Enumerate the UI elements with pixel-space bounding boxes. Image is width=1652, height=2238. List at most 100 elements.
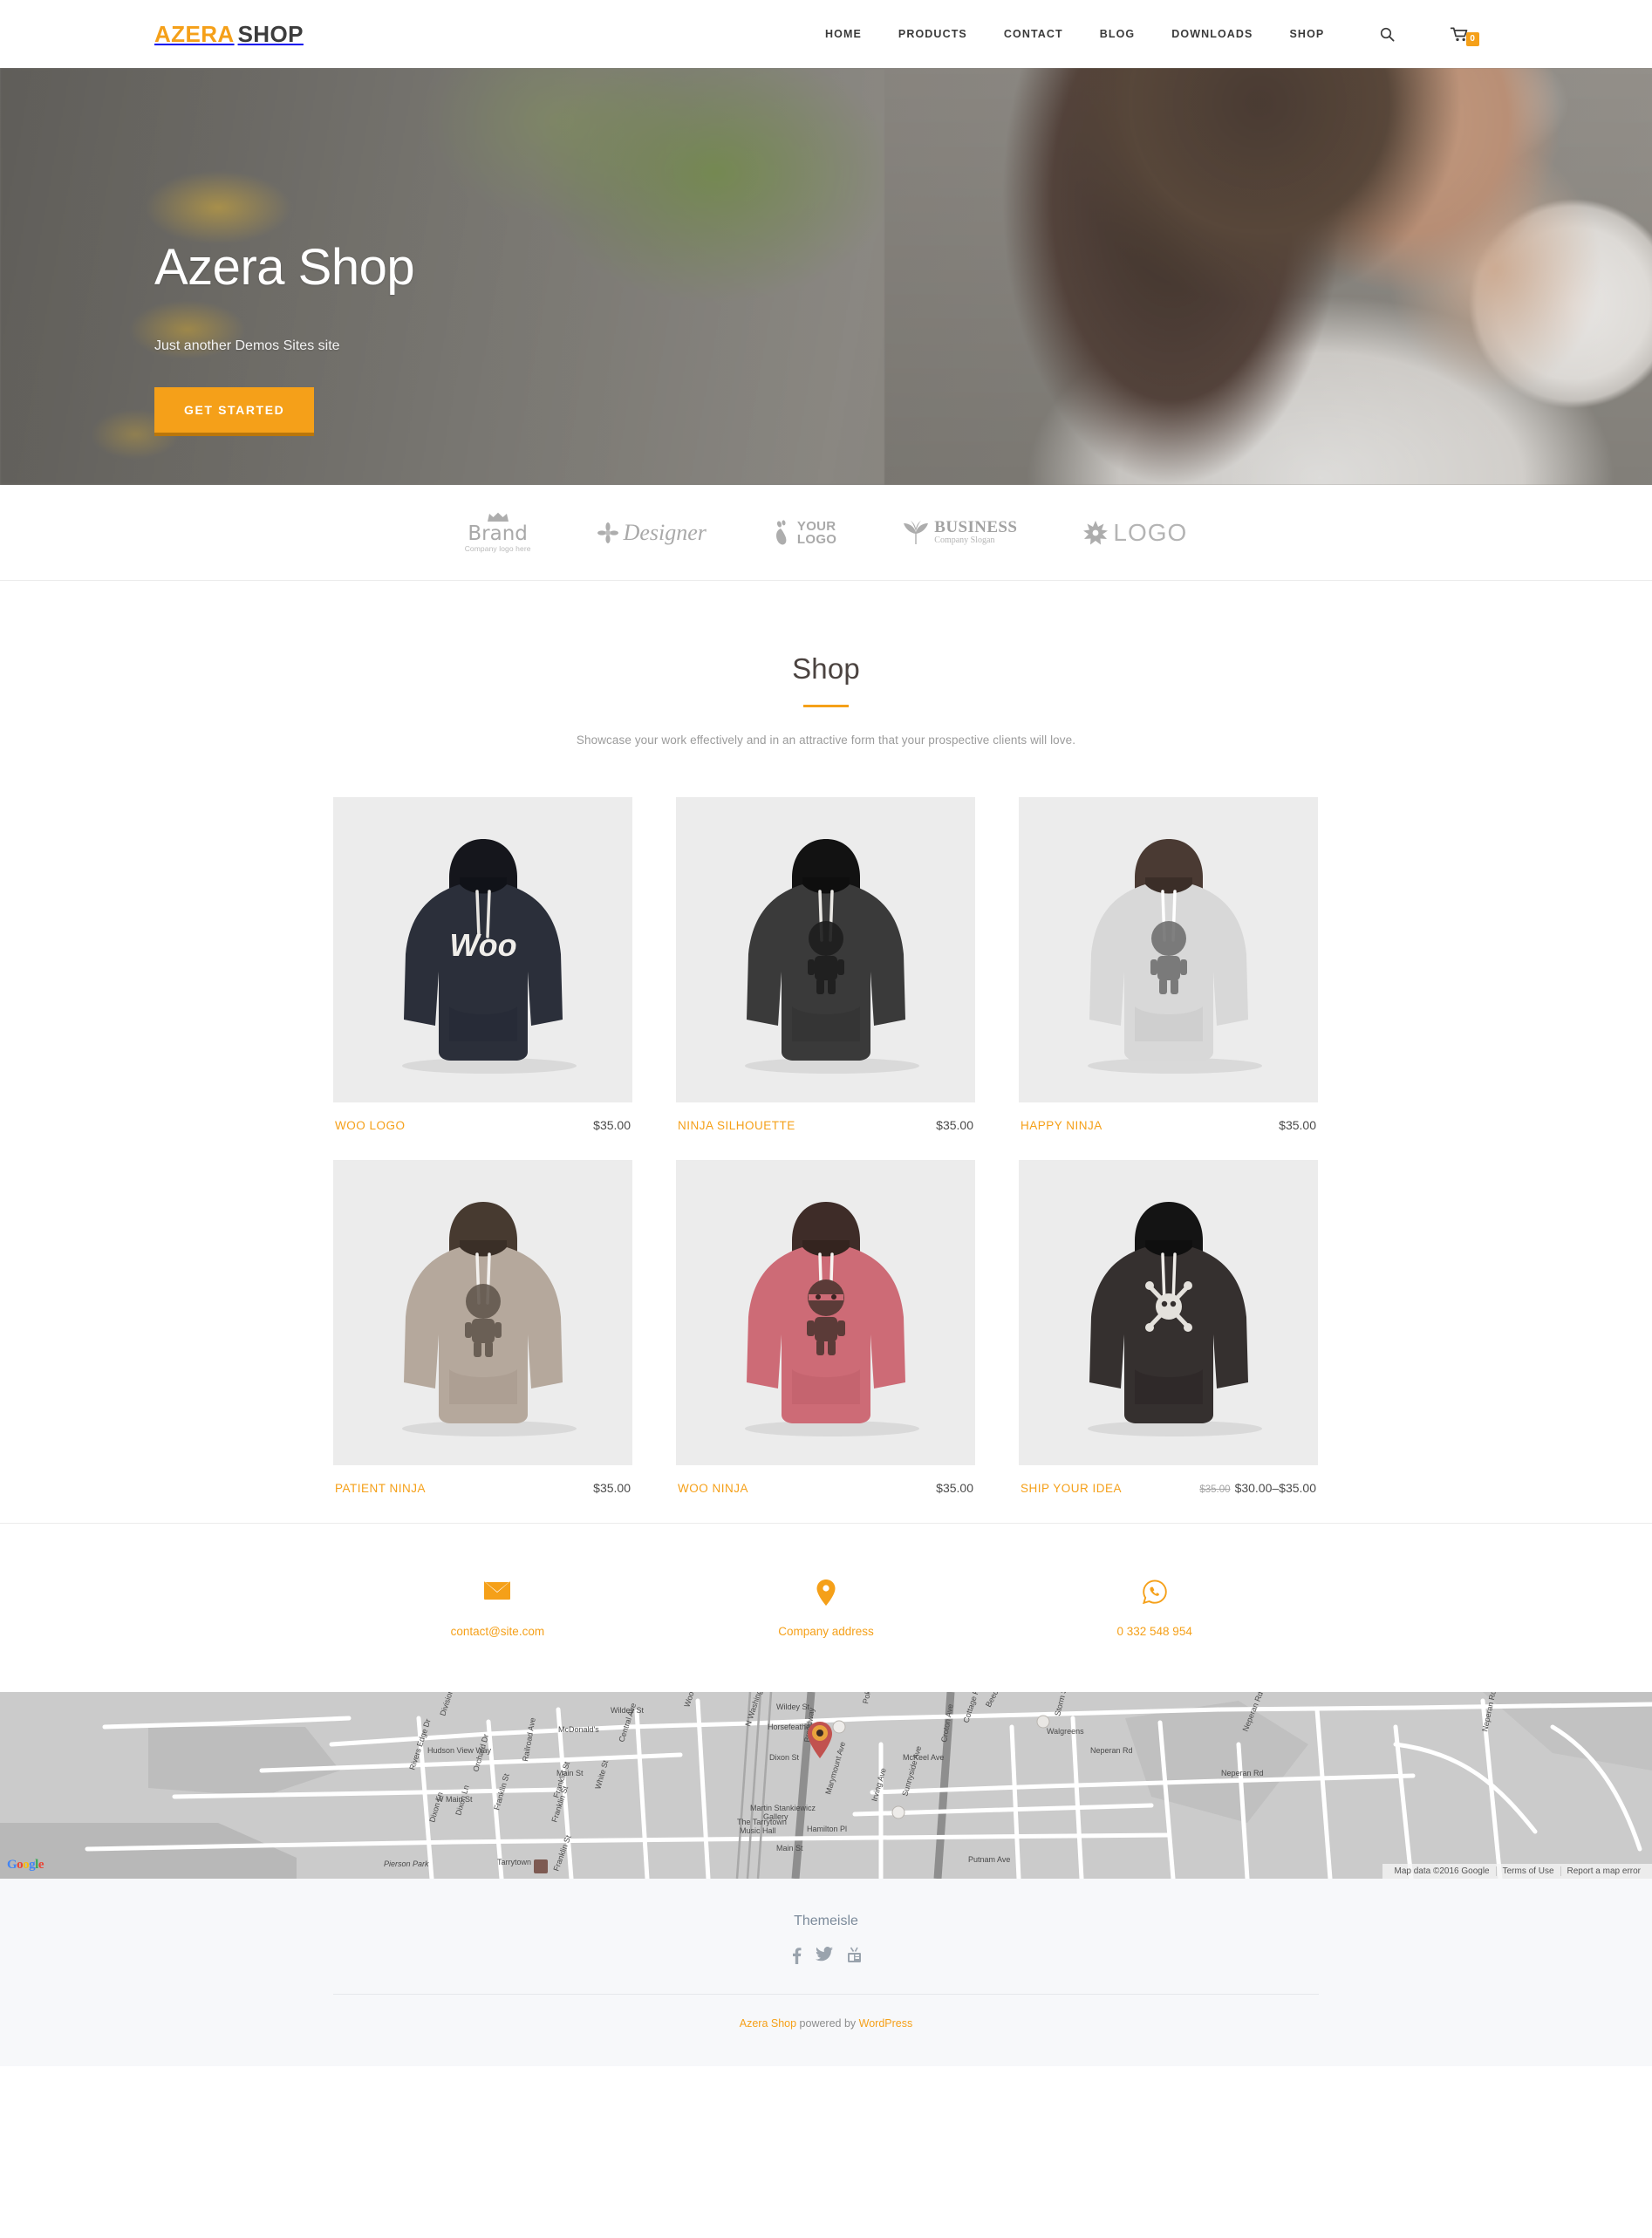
product-sale-price: $30.00–$35.00 <box>1234 1481 1316 1495</box>
contact-address-label[interactable]: Company address <box>662 1625 991 1638</box>
svg-text:McDonald's: McDonald's <box>558 1725 599 1734</box>
nav-item-downloads[interactable]: DOWNLOADS <box>1153 28 1271 40</box>
map-canvas: Division St Wildey St McDonald's Central… <box>0 1692 1652 1879</box>
svg-text:Woo: Woo <box>449 927 516 963</box>
product-old-price: $35.00 <box>1199 1484 1231 1495</box>
product-thumbnail[interactable] <box>1019 797 1318 1102</box>
product-card[interactable]: WOO NINJA $35.00 <box>676 1160 975 1495</box>
youtube-icon[interactable] <box>847 1947 862 1964</box>
client-logo-your-logo-line2: LOGO <box>796 531 837 547</box>
product-name[interactable]: SHIP YOUR IDEA <box>1021 1482 1122 1495</box>
product-grid: Woo WOO LOGO $35.00 NINJA SILHOUETTE $35… <box>333 797 1319 1523</box>
cart-count-badge: 0 <box>1466 31 1479 46</box>
product-card[interactable]: SHIP YOUR IDEA $35.00 $30.00–$35.00 <box>1019 1160 1318 1495</box>
footer-copyright: Azera Shop powered by WordPress <box>0 1995 1652 2066</box>
get-started-button[interactable]: GET STARTED <box>154 387 315 436</box>
client-logo-business-name: BUSINESS <box>934 518 1018 537</box>
hoodie-image-woo-logo: Woo <box>401 839 577 1074</box>
google-map[interactable]: Division St Wildey St McDonald's Central… <box>0 1692 1652 1879</box>
footer-wordpress-link[interactable]: WordPress <box>859 2017 913 2030</box>
main-navigation: HOME PRODUCTS CONTACT BLOG DOWNLOADS SHO… <box>807 27 1498 46</box>
facebook-icon[interactable] <box>791 1947 802 1964</box>
svg-text:Hamilton Pl: Hamilton Pl <box>807 1825 847 1833</box>
svg-text:Music Hall: Music Hall <box>740 1826 776 1835</box>
product-price: $35.00 <box>936 1481 973 1495</box>
contact-item-phone[interactable]: 0 332 548 954 <box>990 1580 1319 1638</box>
nav-item-home[interactable]: HOME <box>807 28 880 40</box>
footer-site-link[interactable]: Azera Shop <box>740 2017 796 2030</box>
search-icon[interactable] <box>1362 27 1413 42</box>
product-thumbnail[interactable] <box>676 797 975 1102</box>
nav-item-products[interactable]: PRODUCTS <box>880 28 986 40</box>
client-logo-your-logo-line1: YOUR <box>796 518 836 534</box>
contact-item-address[interactable]: Company address <box>662 1580 991 1638</box>
client-logos-strip: Brand Company logo here Designer YOUR LO… <box>0 485 1652 581</box>
hero-banner: Azera Shop Just another Demos Sites site… <box>0 68 1652 485</box>
svg-text:Neperan Rd: Neperan Rd <box>1090 1746 1133 1755</box>
product-price: $35.00 <box>593 1481 631 1495</box>
section-underline <box>803 705 849 707</box>
contact-item-email[interactable]: contact@site.com <box>333 1580 662 1638</box>
client-logo-business[interactable]: BUSINESS Company Slogan <box>903 519 1017 545</box>
hero-title: Azera Shop <box>154 239 415 296</box>
product-thumbnail[interactable] <box>333 1160 632 1465</box>
leaf-icon <box>904 520 929 544</box>
svg-text:Dixon St: Dixon St <box>769 1753 800 1762</box>
site-header: AZERA SHOP HOME PRODUCTS CONTACT BLOG DOW… <box>0 0 1652 68</box>
product-price: $35.00 <box>936 1118 973 1132</box>
product-name[interactable]: WOO LOGO <box>335 1119 406 1132</box>
product-name[interactable]: NINJA SILHOUETTE <box>678 1119 795 1132</box>
product-thumbnail[interactable]: Woo <box>333 797 632 1102</box>
client-logo-designer-name: Designer <box>623 519 707 545</box>
svg-text:Main St: Main St <box>556 1769 584 1777</box>
client-logo-designer[interactable]: Designer <box>597 520 707 546</box>
site-footer: Themeisle Azera Shop powered by WordPres… <box>0 1879 1652 2066</box>
contact-phone-label[interactable]: 0 332 548 954 <box>990 1625 1319 1638</box>
map-report-error[interactable]: Report a map error <box>1560 1866 1647 1876</box>
product-name[interactable]: HAPPY NINJA <box>1021 1119 1102 1132</box>
svg-text:Pierson Park: Pierson Park <box>384 1859 429 1868</box>
client-logo-your-logo[interactable]: YOUR LOGO <box>773 520 836 546</box>
client-logo-brand-sub: Company logo here <box>464 543 531 553</box>
shopping-cart-button[interactable]: 0 <box>1432 27 1498 46</box>
whatsapp-phone-icon <box>990 1580 1319 1609</box>
product-thumbnail[interactable] <box>1019 1160 1318 1465</box>
product-card[interactable]: HAPPY NINJA $35.00 <box>1019 797 1318 1132</box>
nav-item-shop[interactable]: SHOP <box>1272 28 1343 40</box>
footer-title: Themeisle <box>794 1914 858 1928</box>
contact-strip: contact@site.com Company address 0 332 5… <box>0 1523 1652 1692</box>
shop-section-title: Shop <box>792 652 860 685</box>
nav-item-contact[interactable]: CONTACT <box>986 28 1082 40</box>
nav-item-blog[interactable]: BLOG <box>1082 28 1154 40</box>
product-card[interactable]: PATIENT NINJA $35.00 <box>333 1160 632 1495</box>
logo-part-primary: AZERA <box>154 20 235 47</box>
product-card[interactable]: NINJA SILHOUETTE $35.00 <box>676 797 975 1132</box>
product-thumbnail[interactable] <box>676 1160 975 1465</box>
google-logo-g1: G <box>7 1858 17 1872</box>
footprint-icon <box>775 519 787 544</box>
map-data-credit: Map data ©2016 Google <box>1394 1866 1490 1876</box>
logo-part-secondary: SHOP <box>237 20 304 47</box>
svg-text:McKeel Ave: McKeel Ave <box>903 1753 944 1762</box>
footer-copy-middle: powered by <box>796 2017 859 2030</box>
product-name[interactable]: PATIENT NINJA <box>335 1482 426 1495</box>
hoodie-image-ship-your-idea <box>1087 1202 1262 1436</box>
twitter-icon[interactable] <box>815 1947 833 1964</box>
map-terms-of-use[interactable]: Terms of Use <box>1495 1866 1560 1876</box>
shop-section: Shop Showcase your work effectively and … <box>0 581 1652 1523</box>
client-logo-brand[interactable]: Brand Company logo here <box>465 512 531 552</box>
client-logo-logo[interactable]: LOGO <box>1083 519 1187 547</box>
product-card[interactable]: Woo WOO LOGO $35.00 <box>333 797 632 1132</box>
svg-text:Walgreens: Walgreens <box>1047 1727 1084 1736</box>
flower-icon <box>597 522 618 543</box>
site-logo[interactable]: AZERA SHOP <box>154 21 304 48</box>
google-logo-e: e <box>38 1858 44 1872</box>
hoodie-image-woo-ninja <box>744 1202 919 1436</box>
client-logo-business-sub: Company Slogan <box>934 536 995 546</box>
svg-text:Main St: Main St <box>776 1844 803 1852</box>
hoodie-image-patient-ninja <box>401 1202 577 1436</box>
starburst-icon <box>1083 520 1109 544</box>
contact-email-label[interactable]: contact@site.com <box>333 1625 662 1638</box>
product-name[interactable]: WOO NINJA <box>678 1482 748 1495</box>
svg-text:Neperan Rd: Neperan Rd <box>1221 1769 1264 1777</box>
